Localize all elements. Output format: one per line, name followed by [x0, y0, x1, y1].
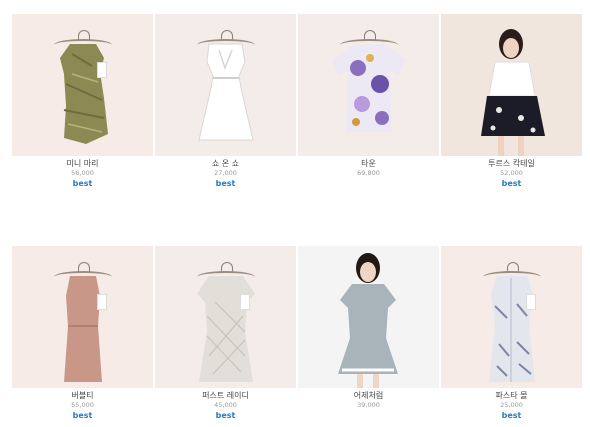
product-image[interactable] [155, 14, 296, 156]
best-badge[interactable]: best [155, 178, 296, 189]
best-badge[interactable]: best [441, 410, 582, 421]
price-tag-icon [97, 62, 107, 78]
price-tag-icon [240, 294, 250, 310]
product-image[interactable] [298, 246, 439, 388]
product-card[interactable]: 파스타 몰 25,000 best [441, 246, 582, 421]
product-card[interactable]: 어제처럼 39,000 [298, 246, 439, 421]
dress-olive-print-icon [60, 44, 108, 144]
product-grid: 미니 마리 56,000 best 쇼 온 쇼 27,000 best 타운 6… [12, 14, 582, 420]
product-price: 69,800 [357, 169, 380, 177]
product-card[interactable]: 버블티 55,000 best [12, 246, 153, 421]
product-name[interactable]: 쇼 온 쇼 [155, 158, 296, 169]
model-white-top-floral-skirt-icon [481, 29, 545, 156]
product-card[interactable]: 투르스 칵테일 52,000 best [441, 14, 582, 189]
product-price: 45,000 [214, 401, 237, 409]
product-name[interactable]: 퍼스트 레이디 [155, 390, 296, 401]
product-name[interactable]: 어제처럼 [298, 390, 439, 401]
product-card[interactable]: 타운 69,800 [298, 14, 439, 189]
top-floral-purple-icon [332, 44, 406, 132]
product-price: 52,000 [500, 169, 523, 177]
product-card[interactable]: 쇼 온 쇼 27,000 best [155, 14, 296, 189]
price-tag-icon [97, 294, 107, 310]
price-tag-icon [526, 294, 536, 310]
model-grey-dress-icon [338, 253, 398, 388]
dress-white-icon [198, 43, 254, 141]
product-card[interactable]: 미니 마리 56,000 best [12, 14, 153, 189]
best-badge[interactable]: best [441, 178, 582, 189]
product-name[interactable]: 타운 [298, 158, 439, 169]
product-price: 55,000 [71, 401, 94, 409]
product-price: 39,000 [357, 401, 380, 409]
product-image[interactable] [12, 14, 153, 156]
shirt-dress-print-icon [489, 276, 535, 382]
product-name[interactable]: 미니 마리 [12, 158, 153, 169]
product-image[interactable] [441, 246, 582, 388]
product-card[interactable]: 퍼스트 레이디 45,000 best [155, 246, 296, 421]
best-badge[interactable] [298, 178, 439, 189]
product-row: 미니 마리 56,000 best 쇼 온 쇼 27,000 best 타운 6… [12, 14, 582, 189]
product-name[interactable]: 버블티 [12, 390, 153, 401]
product-image[interactable] [12, 246, 153, 388]
dress-lace-grey-icon [197, 276, 255, 382]
best-badge[interactable]: best [12, 178, 153, 189]
best-badge[interactable] [298, 410, 439, 421]
product-row: 버블티 55,000 best 퍼스트 레이디 45,000 best 어제처럼… [12, 246, 582, 421]
product-image[interactable] [155, 246, 296, 388]
dress-dusty-pink-icon [64, 276, 102, 382]
product-price: 27,000 [214, 169, 237, 177]
product-price: 25,000 [500, 401, 523, 409]
product-price: 56,000 [71, 169, 94, 177]
product-name[interactable]: 투르스 칵테일 [441, 158, 582, 169]
product-image[interactable] [441, 14, 582, 156]
product-name[interactable]: 파스타 몰 [441, 390, 582, 401]
best-badge[interactable]: best [12, 410, 153, 421]
best-badge[interactable]: best [155, 410, 296, 421]
product-image[interactable] [298, 14, 439, 156]
